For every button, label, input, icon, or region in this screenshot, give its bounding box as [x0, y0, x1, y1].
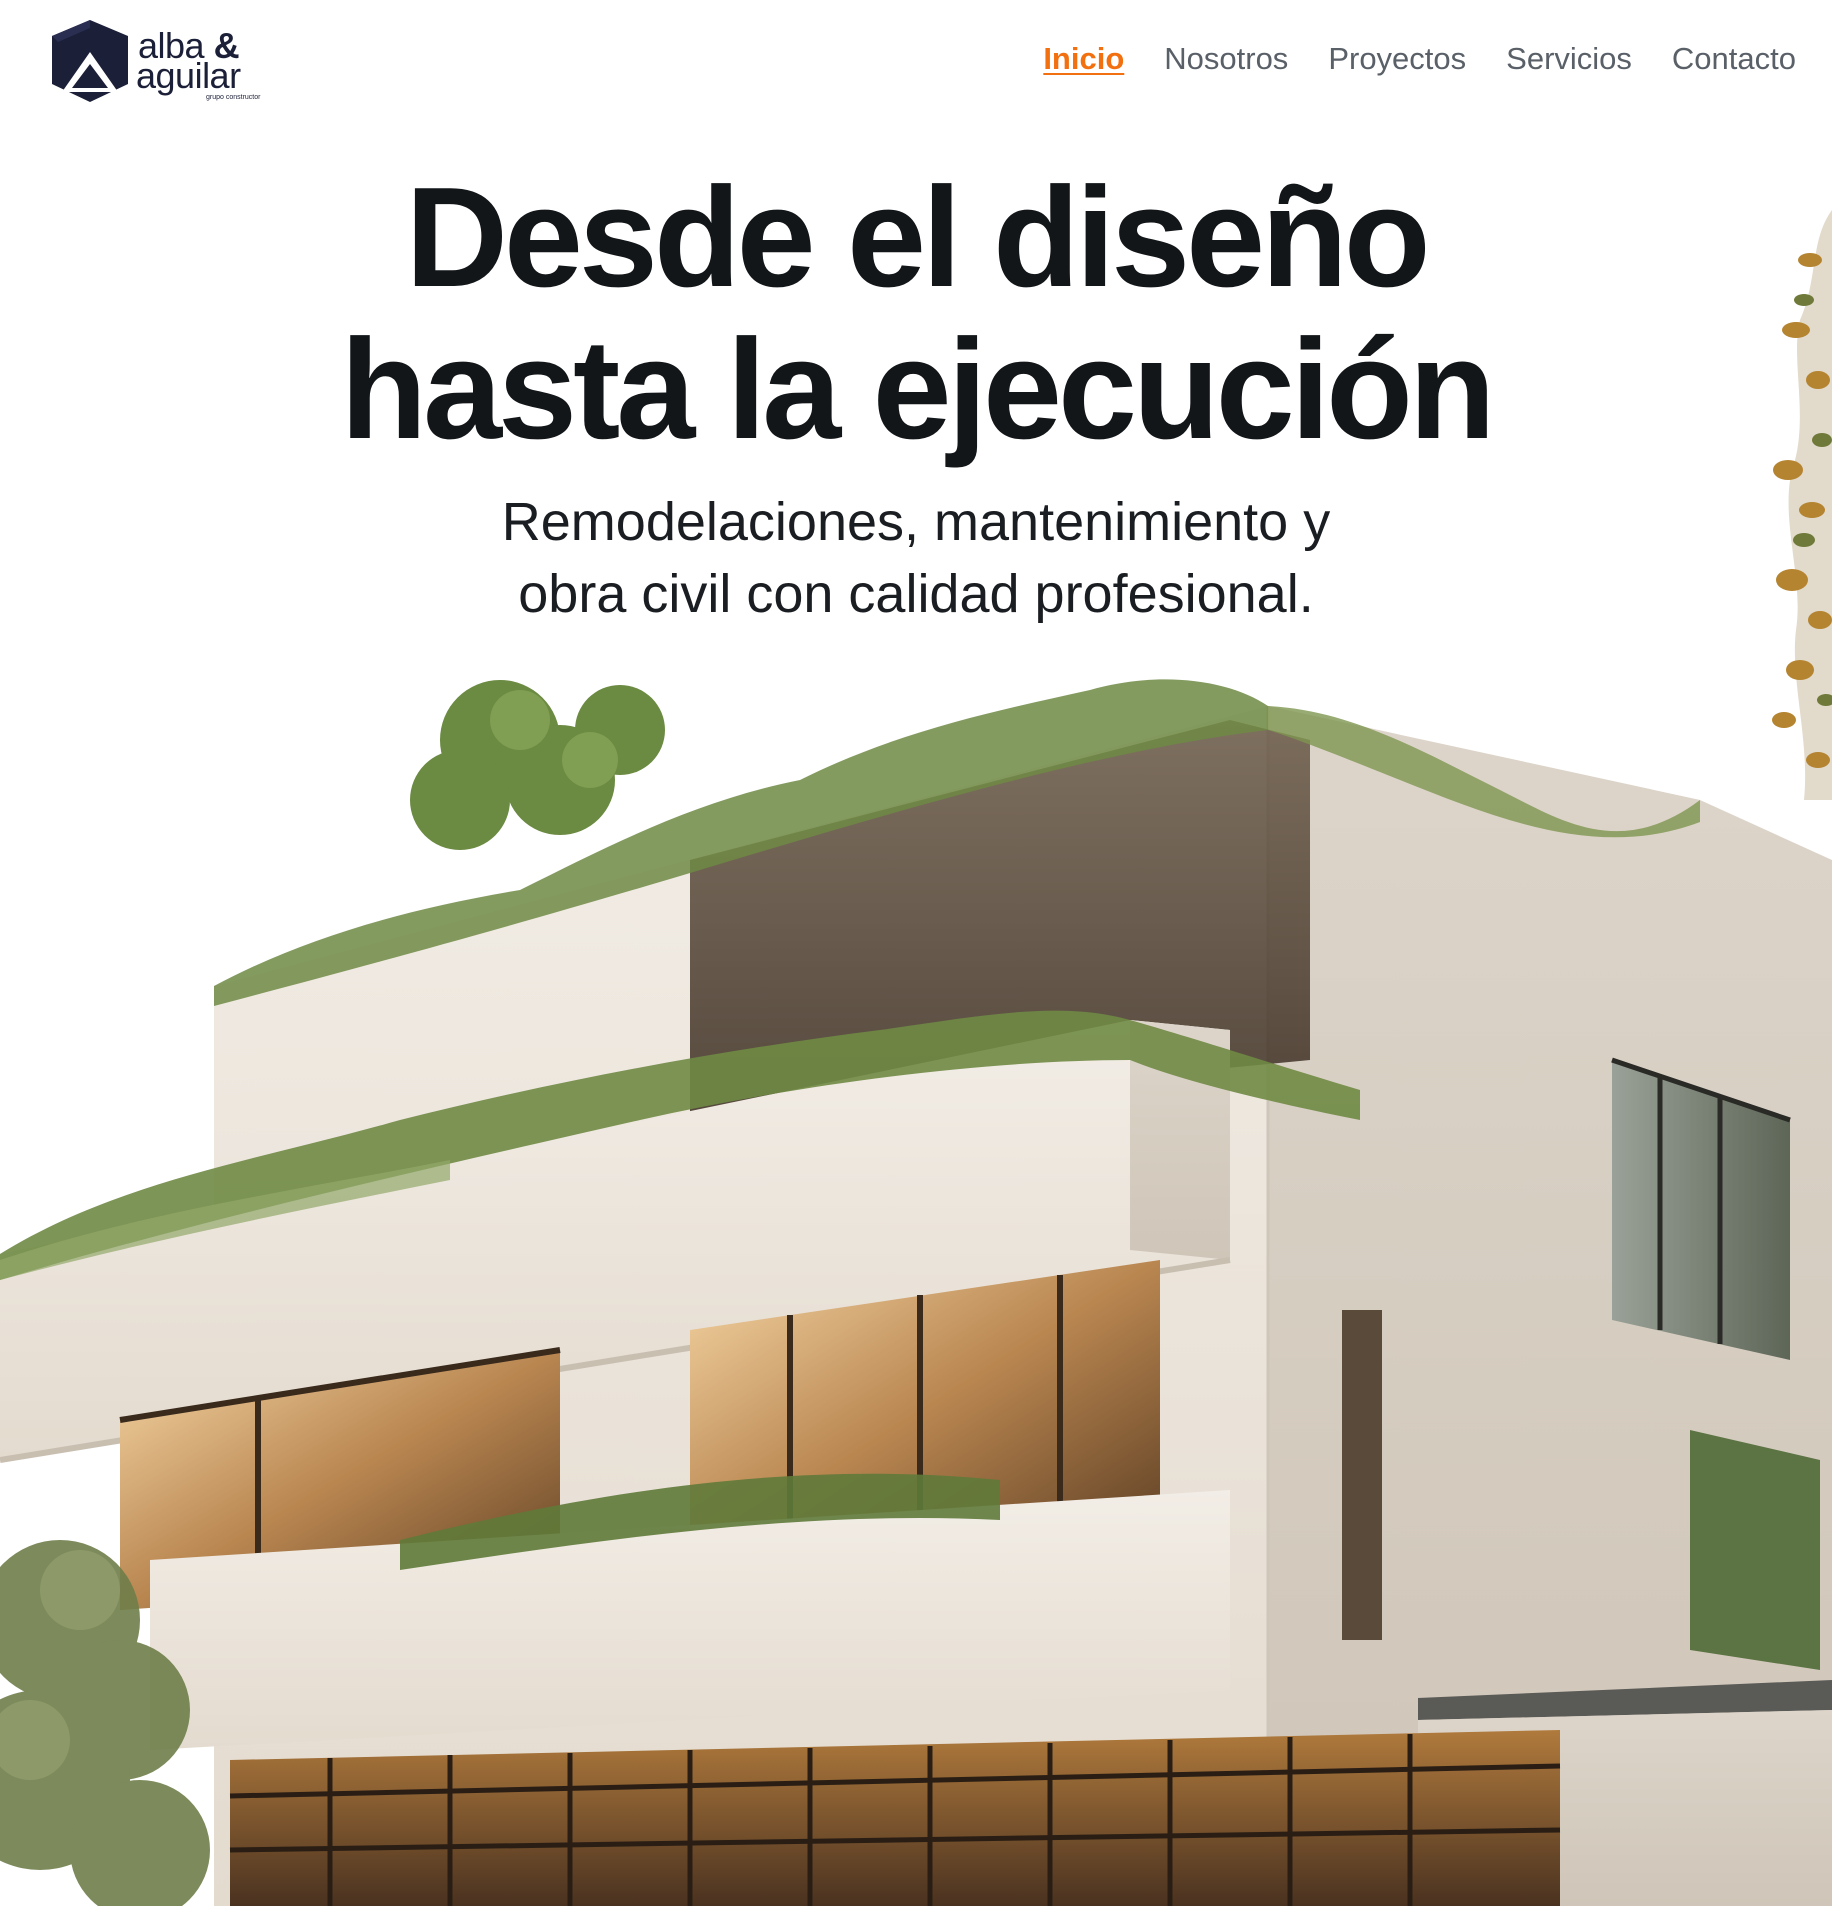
main-nav: Inicio Nosotros Proyectos Servicios Cont… — [1043, 38, 1796, 80]
brand-tagline: grupo constructor — [206, 94, 261, 101]
hero-title-line1: Desde el diseño — [405, 158, 1430, 317]
nav-link-inicio[interactable]: Inicio — [1043, 38, 1124, 80]
brand-name-line2: aguilar — [136, 55, 241, 96]
hexagon-house-logo-icon — [52, 20, 128, 102]
hero-subtitle: Remodelaciones, mantenimiento y obra civ… — [0, 486, 1832, 630]
nav-link-proyectos[interactable]: Proyectos — [1328, 38, 1466, 80]
brand-logo[interactable]: alba & aguilar grupo constructor — [48, 18, 268, 104]
nav-link-contacto[interactable]: Contacto — [1672, 38, 1796, 80]
nav-link-servicios[interactable]: Servicios — [1506, 38, 1632, 80]
site-header: alba & aguilar grupo constructor Inicio … — [0, 0, 1832, 120]
hero-building-image — [0, 560, 1832, 1906]
hero-title-line2: hasta la ejecución — [340, 310, 1495, 469]
hero-subtitle-line1: Remodelaciones, mantenimiento y — [501, 492, 1331, 552]
hero-subtitle-line2: obra civil con calidad profesional. — [518, 564, 1314, 624]
nav-link-nosotros[interactable]: Nosotros — [1164, 38, 1288, 80]
hero-title: Desde el diseño hasta la ejecución — [0, 162, 1832, 466]
